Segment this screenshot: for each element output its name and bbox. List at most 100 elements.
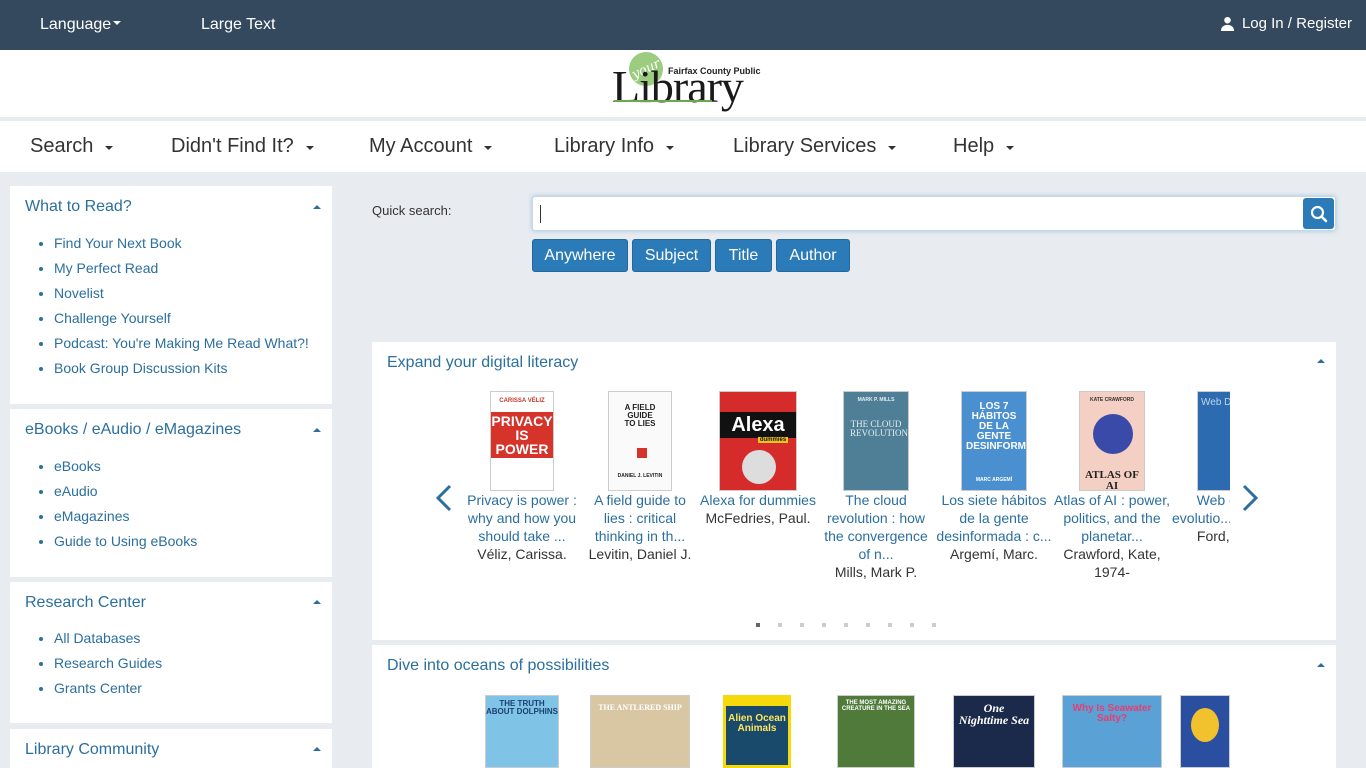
book-item[interactable]: Web Des Web des... evolutio... digital .…	[1172, 391, 1230, 545]
caret-down-icon	[1006, 146, 1015, 150]
book-item[interactable]: Alexa dummies Alexa for dummies McFedrie…	[700, 391, 816, 527]
book-item[interactable]: THE MOST AMAZING CREATURE IN THE SEA	[837, 695, 915, 768]
book-item[interactable]: One Nighttime Sea	[953, 695, 1035, 768]
pagination-dot[interactable]	[778, 623, 782, 627]
carousel-next-arrow-icon[interactable]	[1240, 484, 1260, 512]
book-title[interactable]: Los siete hábitos de la gente desinforma…	[936, 491, 1052, 545]
collapse-icon[interactable]	[313, 600, 321, 604]
book-title[interactable]: The cloud revolution : how the convergen…	[818, 491, 934, 563]
sidebar-link[interactable]: All Databases	[54, 630, 162, 655]
author-button[interactable]: Author	[776, 239, 850, 272]
collapse-icon[interactable]	[313, 428, 321, 432]
collapse-icon[interactable]	[313, 205, 321, 209]
book-title[interactable]: Web des... evolutio... digital ...	[1172, 491, 1230, 527]
book-item[interactable]: THE ANTLERED SHIP	[590, 695, 690, 768]
book-item[interactable]: Why Is Seawater Salty?	[1062, 695, 1162, 768]
book-author: Argemí, Marc.	[950, 546, 1038, 562]
sidebar-links: Find Your Next Book My Perfect Read Nove…	[54, 235, 309, 385]
text-cursor	[540, 205, 541, 223]
book-cover[interactable]: THE ANTLERED SHIP	[590, 695, 690, 768]
nav-my-account[interactable]: My Account	[369, 135, 493, 158]
book-item[interactable]	[1180, 695, 1230, 768]
carousel-title[interactable]: Dive into oceans of possibilities	[387, 657, 609, 675]
book-title[interactable]: Atlas of AI : power, politics, and the p…	[1054, 491, 1170, 545]
book-item[interactable]: CARISSA VÉLIZ PRIVACY IS POWER Privacy i…	[464, 391, 580, 563]
sidebar-link[interactable]: Challenge Yourself	[54, 310, 309, 335]
pagination-dot[interactable]	[932, 623, 936, 627]
pagination-dot[interactable]	[844, 623, 848, 627]
sidebar-section-title[interactable]: What to Read?	[25, 198, 132, 216]
sidebar-section-title[interactable]: eBooks / eAudio / eMagazines	[25, 421, 241, 439]
book-item[interactable]: Alien Ocean Animals	[723, 695, 791, 768]
anywhere-button[interactable]: Anywhere	[532, 239, 628, 272]
language-dropdown[interactable]: Language	[40, 16, 122, 34]
book-title[interactable]: Privacy is power : why and how you shoul…	[464, 491, 580, 545]
nav-search[interactable]: Search	[30, 135, 114, 158]
sidebar-link[interactable]: My Perfect Read	[54, 260, 309, 285]
book-item[interactable]: KATE CRAWFORD ATLAS OF AI Atlas of AI : …	[1054, 391, 1170, 581]
book-item[interactable]: THE TRUTH ABOUT DOLPHINS	[485, 695, 559, 768]
site-header: your Fairfax County Public Library	[0, 46, 1366, 117]
cover-title-text: Alexa	[720, 412, 796, 438]
book-cover[interactable]: THE MOST AMAZING CREATURE IN THE SEA	[837, 695, 915, 768]
sidebar-link[interactable]: eBooks	[54, 458, 197, 483]
sidebar-link[interactable]: Guide to Using eBooks	[54, 533, 197, 558]
sidebar-section-title[interactable]: Research Center	[25, 594, 146, 612]
pagination-dot[interactable]	[756, 623, 760, 627]
book-author: Mills, Mark P.	[834, 564, 918, 580]
collapse-icon[interactable]	[1317, 359, 1325, 363]
nav-didnt-find-it[interactable]: Didn't Find It?	[171, 135, 314, 158]
carousel-prev-arrow-icon[interactable]	[434, 484, 454, 512]
pagination-dot[interactable]	[800, 623, 804, 627]
cover-author-text: MARC ARGEMÍ	[975, 477, 1013, 483]
library-logo[interactable]: your Fairfax County Public Library	[612, 46, 767, 117]
title-button[interactable]: Title	[715, 239, 772, 272]
nav-library-services[interactable]: Library Services	[733, 135, 897, 158]
sidebar-link[interactable]: Novelist	[54, 285, 309, 310]
book-cover[interactable]: Alexa dummies	[719, 391, 797, 491]
book-cover[interactable]: Web Des	[1197, 391, 1230, 491]
book-cover[interactable]: Alien Ocean Animals	[723, 695, 791, 768]
book-cover[interactable]: THE TRUTH ABOUT DOLPHINS	[485, 695, 559, 768]
cover-title-text: THE ANTLERED SHIP	[598, 703, 682, 712]
sidebar-section-title[interactable]: Library Community	[25, 741, 159, 759]
collapse-icon[interactable]	[313, 747, 321, 751]
book-item[interactable]: MARK P. MILLS THE CLOUD REVOLUTION The c…	[818, 391, 934, 581]
book-cover[interactable]: Why Is Seawater Salty?	[1062, 695, 1162, 768]
carousel-title[interactable]: Expand your digital literacy	[387, 354, 578, 372]
subject-button[interactable]: Subject	[632, 239, 711, 272]
caret-down-icon	[113, 21, 122, 25]
caret-down-icon	[666, 146, 675, 150]
collapse-icon[interactable]	[1317, 663, 1325, 667]
main-nav: Search Didn't Find It? My Account Librar…	[0, 121, 1366, 172]
cover-author-text: CARISSA VÉLIZ	[499, 398, 545, 404]
book-cover[interactable]: A FIELD GUIDE TO LIES DANIEL J. LEVITIN	[608, 391, 672, 491]
book-item[interactable]: A FIELD GUIDE TO LIES DANIEL J. LEVITIN …	[582, 391, 698, 563]
book-item[interactable]: LOS 7 HÁBITOS DE LA GENTE DESINFORMADA M…	[936, 391, 1052, 563]
sidebar-link[interactable]: Grants Center	[54, 680, 162, 705]
large-text-link[interactable]: Large Text	[201, 16, 275, 34]
book-cover[interactable]: KATE CRAWFORD ATLAS OF AI	[1079, 391, 1145, 491]
book-cover[interactable]: LOS 7 HÁBITOS DE LA GENTE DESINFORMADA M…	[961, 391, 1027, 491]
sidebar-link[interactable]: eAudio	[54, 483, 197, 508]
book-cover[interactable]: MARK P. MILLS THE CLOUD REVOLUTION	[843, 391, 909, 491]
book-title[interactable]: Alexa for dummies	[700, 491, 816, 509]
pagination-dot[interactable]	[866, 623, 870, 627]
pagination-dot[interactable]	[888, 623, 892, 627]
pagination-dot[interactable]	[910, 623, 914, 627]
book-cover[interactable]: CARISSA VÉLIZ PRIVACY IS POWER	[490, 391, 554, 491]
sidebar-link[interactable]: Podcast: You're Making Me Read What?!	[54, 335, 309, 360]
sidebar-link[interactable]: Book Group Discussion Kits	[54, 360, 309, 385]
sidebar-link[interactable]: eMagazines	[54, 508, 197, 533]
quick-search-input[interactable]	[532, 196, 1336, 231]
nav-library-info[interactable]: Library Info	[554, 135, 675, 158]
pagination-dot[interactable]	[822, 623, 826, 627]
book-title[interactable]: A field guide to lies : critical thinkin…	[582, 491, 698, 545]
login-register-link[interactable]: Log In / Register	[1220, 15, 1352, 32]
search-button[interactable]	[1303, 198, 1334, 229]
sidebar-link[interactable]: Find Your Next Book	[54, 235, 309, 260]
sidebar-link[interactable]: Research Guides	[54, 655, 162, 680]
book-cover[interactable]	[1180, 695, 1230, 768]
nav-help[interactable]: Help	[953, 135, 1015, 158]
book-cover[interactable]: One Nighttime Sea	[953, 695, 1035, 768]
